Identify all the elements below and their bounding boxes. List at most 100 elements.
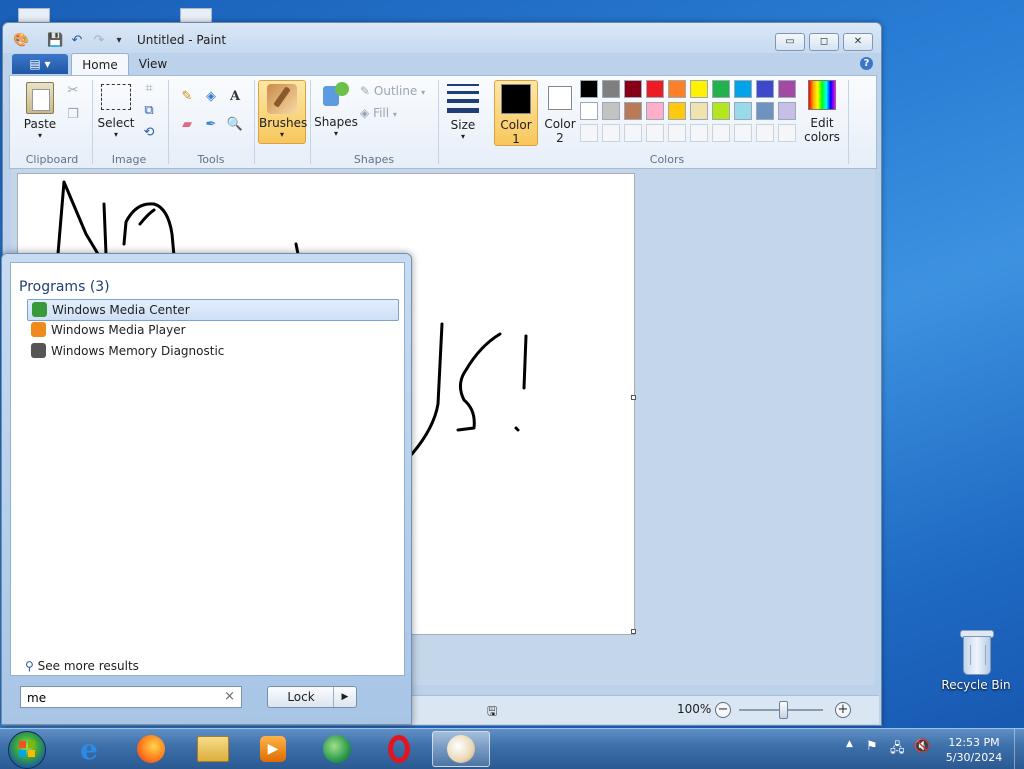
palette-swatch[interactable] (646, 102, 664, 120)
palette-swatch[interactable] (690, 80, 708, 98)
clock[interactable]: 12:53 PM 5/30/2024 (940, 735, 1008, 765)
palette-swatch[interactable] (712, 80, 730, 98)
fill-bucket-icon[interactable]: ◈ (202, 88, 220, 106)
show-hidden-icons-icon[interactable]: ▲ (846, 739, 853, 749)
resize-handle-right[interactable] (631, 395, 636, 400)
text-tool-icon[interactable]: A (226, 88, 244, 106)
resize-icon[interactable]: ⧉ (140, 102, 158, 120)
program-result-item[interactable]: Windows Memory Diagnostic (27, 341, 397, 361)
customize-qat-icon[interactable]: ▾ (111, 33, 127, 49)
zoom-out-button[interactable]: − (715, 702, 731, 718)
eraser-icon[interactable]: ▰ (178, 116, 196, 134)
color-picker-icon[interactable]: ✒ (202, 116, 220, 134)
palette-swatch[interactable] (580, 124, 598, 142)
close-button[interactable]: ✕ (843, 33, 873, 51)
undo-icon[interactable]: ↶ (69, 33, 85, 49)
color1-button[interactable]: Color 1 (494, 80, 538, 146)
redo-icon[interactable]: ↷ (91, 33, 107, 49)
palette-swatch[interactable] (778, 80, 796, 98)
taskbar-internet-explorer[interactable]: e (62, 731, 116, 767)
palette-swatch[interactable] (602, 80, 620, 98)
tab-home[interactable]: Home (71, 53, 129, 76)
select-button[interactable]: Select ▾ (96, 82, 136, 139)
recycle-bin-label: Recycle Bin (941, 678, 1011, 692)
palette-swatch[interactable] (690, 124, 708, 142)
program-result-item[interactable]: Windows Media Center (27, 299, 399, 321)
paint-app-icon[interactable]: 🎨 (13, 33, 29, 49)
palette-swatch[interactable] (712, 124, 730, 142)
palette-swatch[interactable] (602, 124, 620, 142)
maximize-button[interactable]: ◻ (809, 33, 839, 51)
save-icon[interactable]: 💾 (47, 33, 63, 49)
palette-swatch[interactable] (646, 124, 664, 142)
cut-icon[interactable]: ✂ (64, 82, 82, 100)
zoom-in-button[interactable]: + (835, 702, 851, 718)
palette-swatch[interactable] (734, 124, 752, 142)
palette-swatch[interactable] (756, 124, 774, 142)
size-button[interactable]: Size ▾ (444, 82, 482, 141)
programs-heading[interactable]: Programs (3) (19, 279, 110, 295)
palette-swatch[interactable] (668, 124, 686, 142)
resize-handle-corner[interactable] (631, 629, 636, 634)
palette-swatch[interactable] (624, 102, 642, 120)
pencil-icon[interactable]: ✎ (178, 88, 196, 106)
program-result-item[interactable]: Windows Media Player (27, 320, 397, 340)
file-menu-button[interactable]: ▤ ▾ (12, 54, 68, 74)
palette-swatch[interactable] (756, 102, 774, 120)
palette-swatch[interactable] (690, 102, 708, 120)
show-desktop-button[interactable] (1014, 729, 1024, 769)
taskbar-media-player[interactable]: ▶ (246, 731, 300, 767)
tab-view[interactable]: View (131, 53, 175, 75)
fill-button[interactable]: ◈ Fill ▾ (360, 106, 397, 120)
paste-button[interactable]: Paste ▾ (18, 82, 62, 140)
minimize-button[interactable]: ▭ (775, 33, 805, 51)
opera-icon (388, 735, 410, 763)
see-more-results-link[interactable]: ⚲ See more results (25, 659, 139, 673)
palette-swatch[interactable] (624, 124, 642, 142)
lock-button[interactable]: Lock (268, 687, 334, 707)
start-button[interactable] (8, 731, 46, 769)
shutdown-options-arrow-icon[interactable]: ▶ (333, 687, 356, 707)
media-center-icon (323, 735, 351, 763)
help-icon[interactable]: ? (860, 57, 873, 70)
palette-swatch[interactable] (624, 80, 642, 98)
taskbar-media-center[interactable] (310, 731, 364, 767)
recycle-bin[interactable]: Recycle Bin (940, 630, 1012, 692)
zoom-slider-thumb[interactable] (779, 701, 788, 719)
palette-swatch[interactable] (646, 80, 664, 98)
copy-icon[interactable]: ❐ (64, 106, 82, 124)
start-search-input[interactable] (25, 688, 219, 708)
paste-label: Paste (23, 117, 57, 131)
palette-swatch[interactable] (734, 80, 752, 98)
volume-muted-icon[interactable]: 🔇 (914, 739, 930, 754)
palette-swatch[interactable] (778, 102, 796, 120)
select-label: Select (97, 116, 135, 130)
palette-swatch[interactable] (668, 80, 686, 98)
outline-button[interactable]: ✎ Outline ▾ (360, 84, 425, 98)
taskbar-opera[interactable] (372, 731, 426, 767)
brushes-button[interactable]: Brushes ▾ (258, 80, 307, 144)
action-center-flag-icon[interactable]: ⚑ (866, 739, 878, 754)
palette-swatch[interactable] (778, 124, 796, 142)
palette-swatch[interactable] (734, 102, 752, 120)
palette-swatch[interactable] (756, 80, 774, 98)
taskbar-paint[interactable] (432, 731, 490, 767)
shapes-button[interactable]: Shapes ▾ (314, 82, 358, 138)
palette-swatch[interactable] (712, 102, 730, 120)
edit-colors-button[interactable]: Edit colors (802, 80, 842, 144)
palette-swatch[interactable] (580, 80, 598, 98)
rotate-icon[interactable]: ⟲ (140, 124, 158, 142)
outline-icon: ✎ (360, 84, 371, 98)
crop-icon[interactable]: ⌗ (140, 80, 158, 98)
clear-search-icon[interactable]: × (224, 689, 235, 704)
palette-swatch[interactable] (580, 102, 598, 120)
network-icon[interactable]: 🖧 (890, 739, 905, 761)
palette-swatch[interactable] (602, 102, 620, 120)
color2-button[interactable]: Color 2 (540, 80, 580, 145)
taskbar-firefox[interactable] (124, 731, 178, 767)
palette-swatch[interactable] (668, 102, 686, 120)
colors-group-label: Colors (649, 153, 685, 166)
start-search-box[interactable]: × (20, 686, 242, 708)
magnifier-icon[interactable]: 🔍 (226, 116, 244, 134)
taskbar-explorer[interactable] (186, 731, 240, 767)
